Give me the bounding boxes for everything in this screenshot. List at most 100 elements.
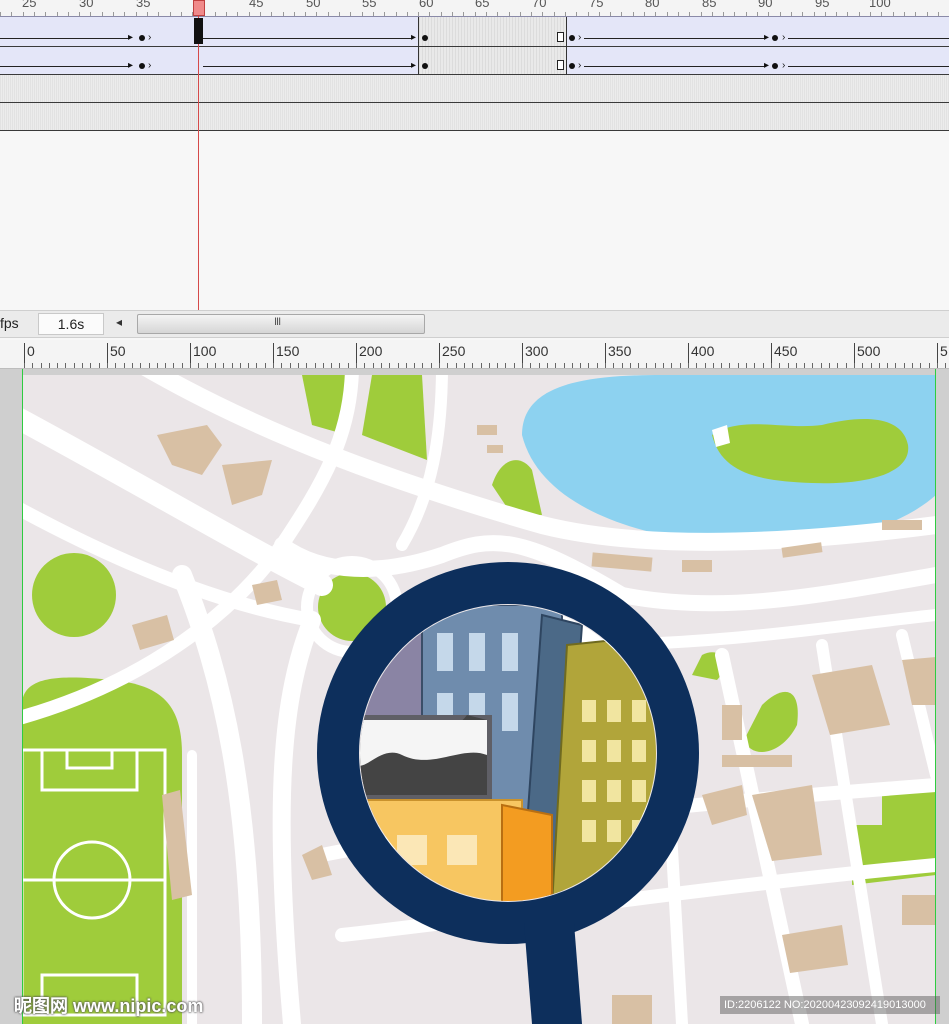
ruler-minor-tick [895, 363, 896, 368]
ruler-minor-tick [671, 363, 672, 368]
site-watermark: 昵图网 www.nipic.com [14, 996, 204, 1016]
ruler-minor-tick [248, 363, 249, 368]
end-frame[interactable] [557, 32, 564, 42]
keyframe[interactable] [569, 35, 575, 41]
ruler-minor-tick [173, 363, 174, 368]
ruler-minor-tick [688, 363, 689, 368]
ruler-minor-tick [829, 363, 830, 368]
ruler-minor-tick [871, 363, 872, 368]
frame-label: 85 [702, 0, 717, 10]
ruler-minor-tick [165, 363, 166, 368]
stage-left-guide [22, 369, 23, 1024]
ruler-minor-tick [132, 363, 133, 368]
stage-horizontal-ruler[interactable]: 0 50 100 150 200 250 300 350 400 450 500… [0, 340, 949, 369]
frame-label: 80 [645, 0, 660, 10]
timeline-frame-ruler[interactable]: 25 30 35 45 50 55 60 65 70 75 80 85 90 9… [0, 0, 949, 17]
ruler-minor-tick [331, 363, 332, 368]
ruler-label: 450 [774, 343, 798, 359]
ruler-minor-tick [439, 363, 440, 368]
keyframe[interactable] [772, 35, 778, 41]
ruler-minor-tick [945, 363, 946, 368]
ruler-minor-tick [646, 363, 647, 368]
ruler-minor-tick [738, 363, 739, 368]
ruler-minor-tick [422, 363, 423, 368]
ruler-label: 500 [857, 343, 881, 359]
ruler-minor-tick [24, 363, 25, 368]
end-frame[interactable] [557, 60, 564, 70]
stadium-park [22, 677, 182, 1024]
ruler-minor-tick [82, 363, 83, 368]
ruler-minor-tick [348, 363, 349, 368]
frame-label: 75 [589, 0, 604, 10]
tween-arrow-icon: › [148, 60, 152, 71]
ruler-minor-tick [240, 363, 241, 368]
ruler-minor-tick [564, 363, 565, 368]
ruler-minor-tick [41, 363, 42, 368]
ruler-minor-tick [149, 363, 150, 368]
frame-label: 30 [79, 0, 94, 10]
timeline-status-bar: fps 1.6s ◂ III [0, 310, 949, 338]
scroll-left-arrow-icon[interactable]: ◂ [116, 315, 122, 329]
ruler-minor-tick [680, 363, 681, 368]
ruler-minor-tick [771, 363, 772, 368]
ruler-minor-tick [414, 363, 415, 368]
ruler-minor-tick [796, 363, 797, 368]
tween-arrow-icon: › [782, 32, 786, 43]
ruler-minor-tick [588, 363, 589, 368]
ruler-minor-tick [356, 363, 357, 368]
ruler-minor-tick [290, 363, 291, 368]
round-park [32, 553, 116, 637]
ruler-minor-tick [597, 363, 598, 368]
ruler-minor-tick [323, 363, 324, 368]
empty-timeline-area [0, 131, 949, 309]
ruler-minor-tick [879, 363, 880, 368]
playhead-line[interactable] [198, 0, 199, 310]
ruler-minor-tick [505, 363, 506, 368]
ruler-minor-tick [555, 363, 556, 368]
ruler-minor-tick [630, 363, 631, 368]
keyframe[interactable] [772, 63, 778, 69]
ruler-minor-tick [489, 363, 490, 368]
ruler-minor-tick [115, 363, 116, 368]
ruler-minor-tick [729, 363, 730, 368]
keyframe[interactable] [569, 63, 575, 69]
ruler-minor-tick [547, 363, 548, 368]
ruler-minor-tick [746, 363, 747, 368]
motion-tween [203, 38, 413, 39]
ruler-label: 250 [442, 343, 466, 359]
ruler-minor-tick [406, 363, 407, 368]
elapsed-time-field: 1.6s [38, 313, 104, 335]
ruler-minor-tick [431, 363, 432, 368]
ruler-label: 100 [193, 343, 217, 359]
ruler-minor-tick [655, 363, 656, 368]
keyframe[interactable] [422, 35, 428, 41]
ruler-minor-tick [779, 363, 780, 368]
motion-tween [584, 38, 766, 39]
ruler-minor-tick [530, 363, 531, 368]
stage-right-guide [935, 369, 936, 1024]
layer-row-4[interactable] [0, 103, 949, 131]
layer-row-3[interactable] [0, 75, 949, 103]
city-map-canvas[interactable] [22, 375, 936, 1024]
ruler-minor-tick [74, 363, 75, 368]
keyframe[interactable] [139, 35, 145, 41]
ruler-minor-tick [464, 363, 465, 368]
timeline-scrollbar-thumb[interactable]: III [137, 314, 425, 334]
ruler-minor-tick [854, 363, 855, 368]
ruler-minor-tick [522, 363, 523, 368]
ruler-minor-tick [99, 363, 100, 368]
frame-label: 60 [419, 0, 434, 10]
tween-arrow-icon: ▸ [411, 60, 417, 71]
keyframe[interactable] [139, 63, 145, 69]
ruler-minor-tick [140, 363, 141, 368]
ruler-minor-tick [182, 363, 183, 368]
ruler-minor-tick [381, 363, 382, 368]
ruler-label: 350 [608, 343, 632, 359]
keyframe[interactable] [422, 63, 428, 69]
frame-label: 55 [362, 0, 377, 10]
ruler-minor-tick [804, 363, 805, 368]
playhead-handle[interactable] [193, 0, 205, 16]
current-frame-marker [194, 18, 203, 44]
ruler-minor-tick [124, 363, 125, 368]
ruler-minor-tick [90, 363, 91, 368]
